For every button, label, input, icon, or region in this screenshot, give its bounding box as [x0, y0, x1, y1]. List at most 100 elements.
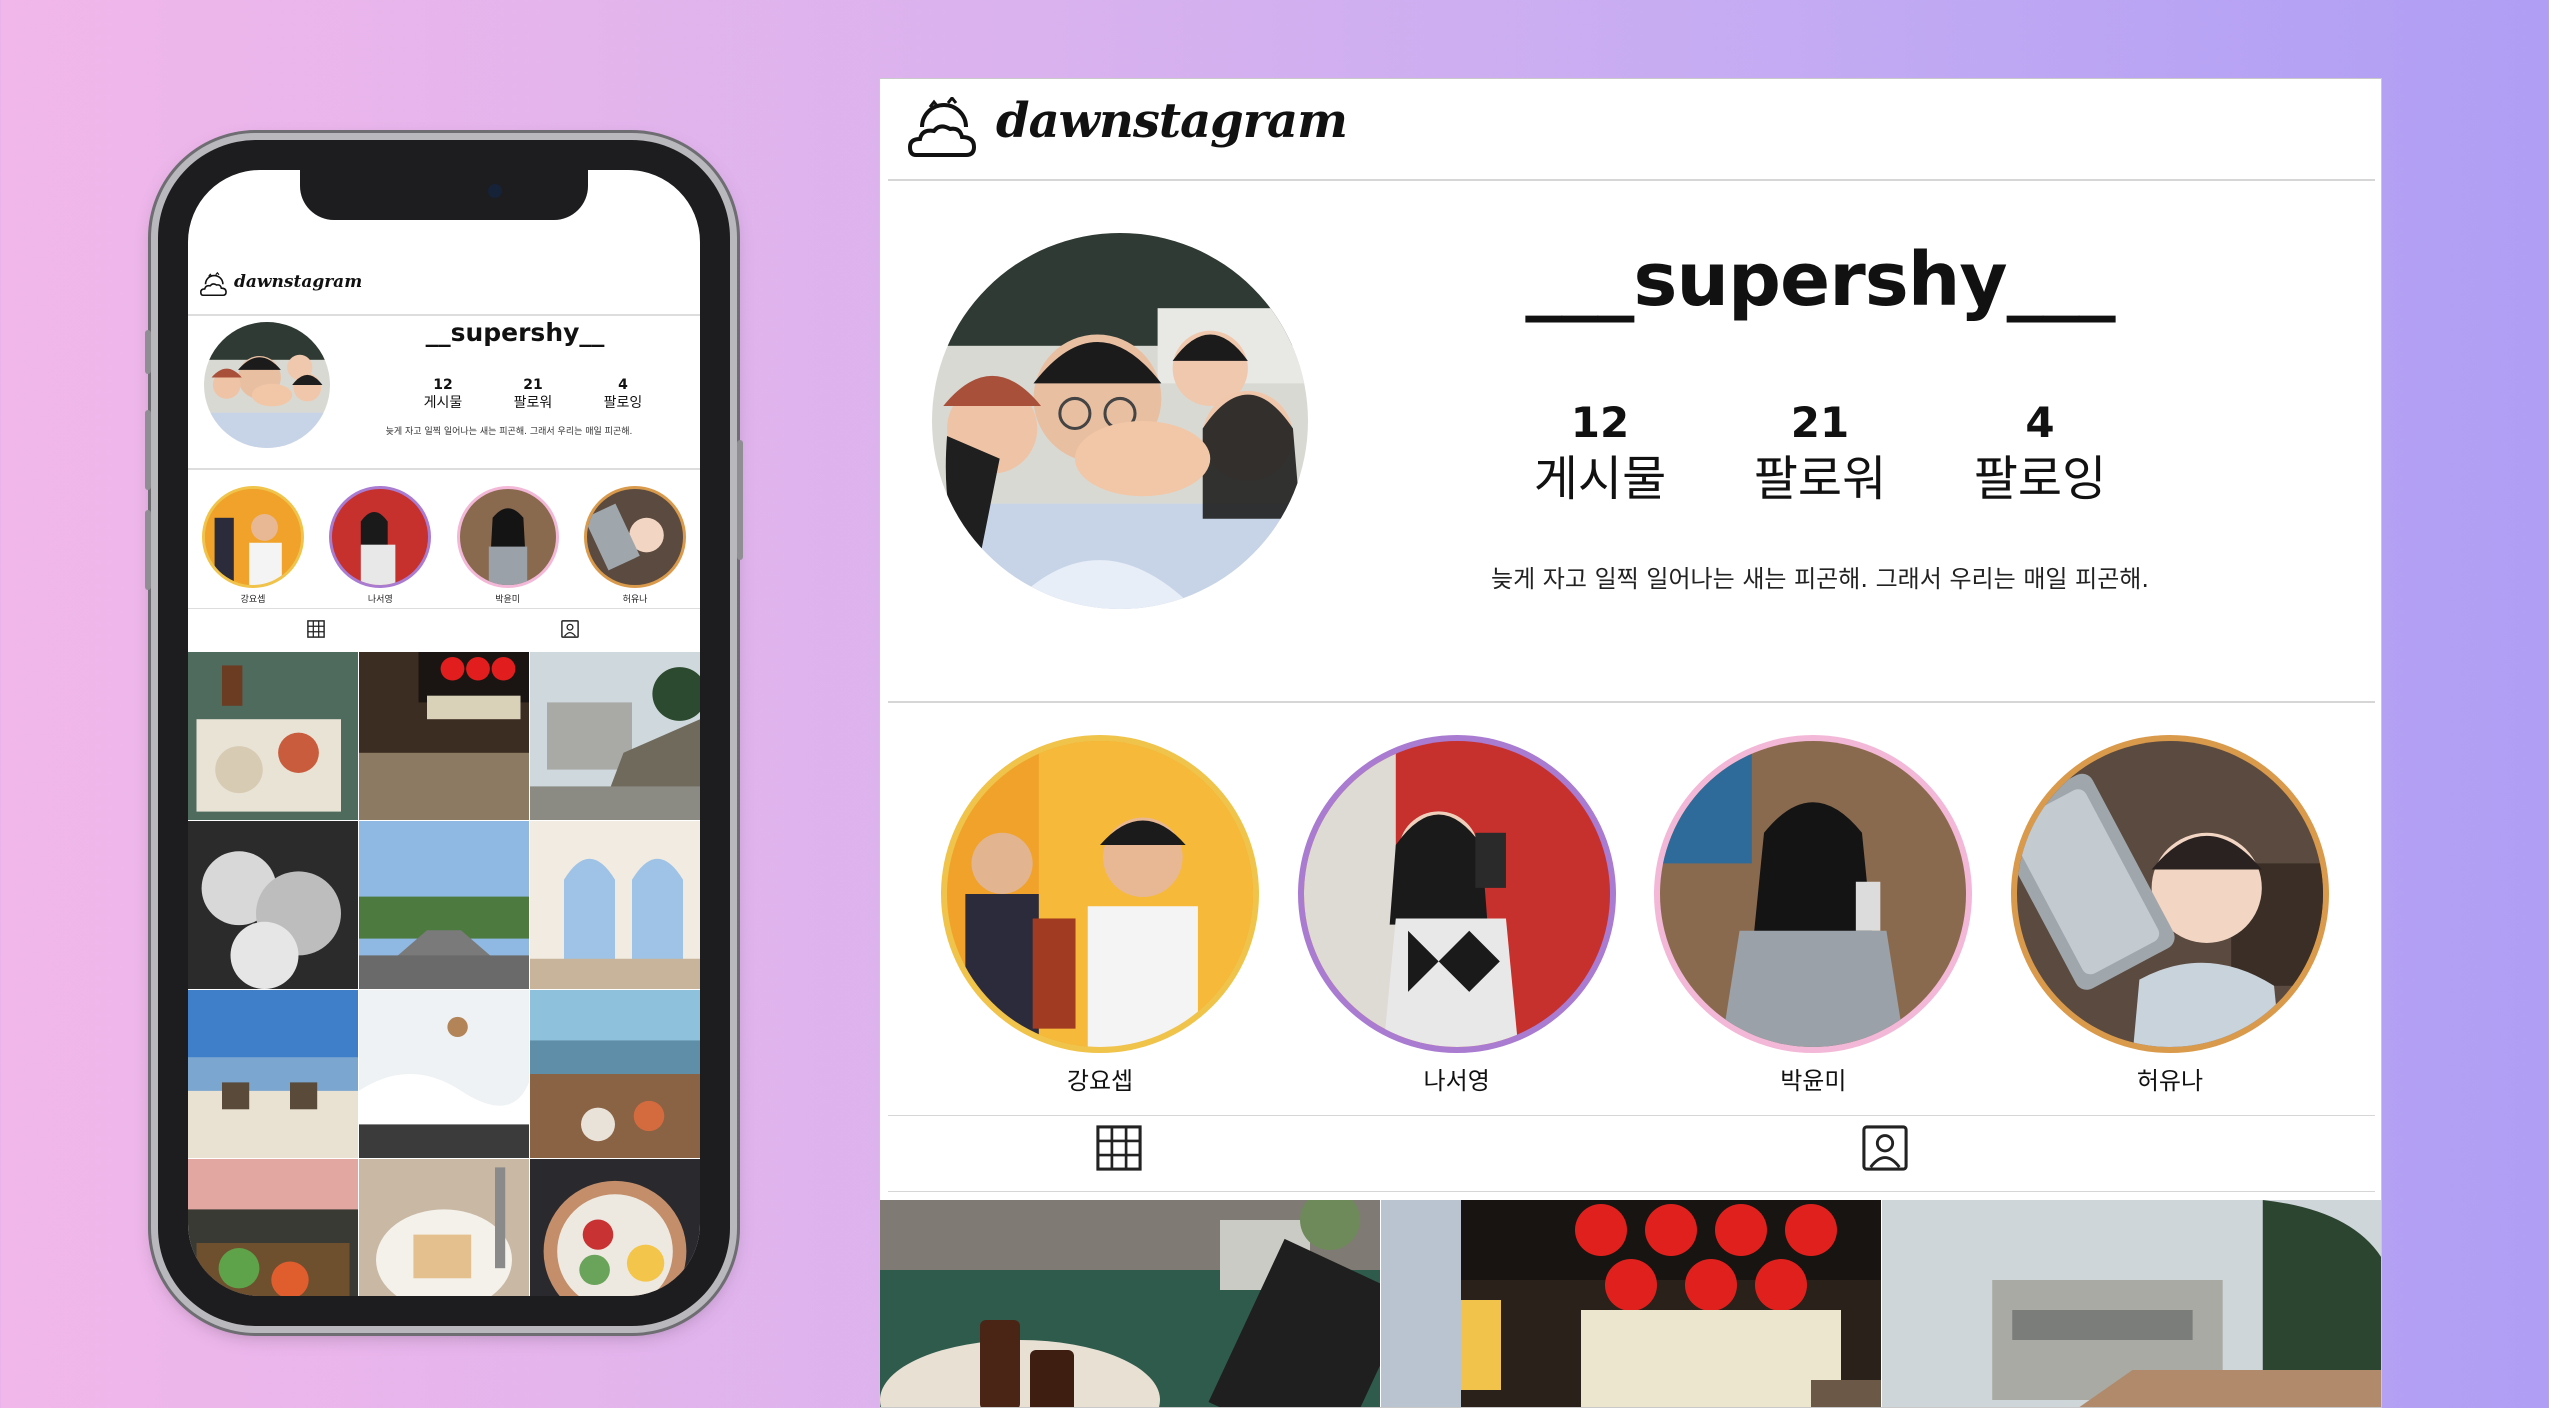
mobile-story-name: 나서영 [367, 595, 393, 605]
profile-avatar[interactable] [932, 233, 1308, 609]
post-thumbnail[interactable] [1882, 1200, 2381, 1407]
story-ring [202, 486, 304, 588]
post-thumbnail[interactable] [359, 652, 529, 820]
mobile-grid-icon[interactable] [307, 620, 325, 638]
mobile-following-count: 4 [618, 377, 628, 393]
mobile-following-stat[interactable]: 4 팔로잉 [588, 376, 658, 412]
story-name: 박윤미 [1780, 1067, 1847, 1095]
mobile-story-name: 허유나 [622, 595, 648, 605]
post-thumbnail[interactable] [359, 1159, 529, 1296]
story-highlight-item[interactable]: 박윤미 [1653, 735, 1973, 1096]
story-highlight-item[interactable]: 강요셉 [940, 735, 1260, 1096]
tab-divider [888, 1115, 2375, 1116]
story-ring [583, 486, 686, 588]
story-thumb [1660, 741, 1967, 1047]
header-divider [888, 179, 2375, 181]
post-thumbnail[interactable] [530, 1159, 700, 1296]
phone-notch [300, 170, 588, 220]
mobile-story-item[interactable]: 박윤미 [453, 486, 563, 605]
mobile-story-highlights: 강요셉 나서영 박윤미 허유나 [198, 486, 690, 605]
profile-stats: 12 게시물 21 팔로워 4 팔로잉 [1510, 397, 2130, 509]
story-name: 허유나 [2136, 1067, 2204, 1095]
story-name: 나서영 [1423, 1067, 1490, 1095]
story-thumb [947, 741, 1253, 1047]
post-thumbnail[interactable] [530, 821, 700, 989]
post-thumbnail[interactable] [1381, 1200, 1881, 1407]
posts-label: 게시물 [1533, 451, 1667, 507]
desktop-logo-text[interactable]: dawnstagram [996, 93, 1348, 149]
cloud-sun-logo-icon[interactable] [200, 270, 230, 300]
mobile-story-name: 강요셉 [240, 595, 266, 605]
post-thumbnail[interactable] [880, 1200, 1380, 1407]
profile-bio: 늦게 자고 일찍 일어나는 새는 피곤해. 그래서 우리는 매일 피곤해. [1491, 565, 2149, 593]
following-count: 4 [2025, 398, 2055, 447]
story-thumb [459, 489, 556, 585]
post-thumbnail[interactable] [530, 990, 700, 1158]
story-thumb [2016, 741, 2323, 1047]
story-ring [456, 486, 559, 588]
phone-mockup: dawnstagram __supershy__ 12 게시물 21 팔로워 4 팔로… [145, 140, 743, 1326]
story-thumb [586, 489, 683, 585]
story-highlight-item[interactable]: 허유나 [2010, 735, 2330, 1096]
mobile-header: dawnstagram [188, 258, 700, 316]
story-thumb [205, 489, 301, 585]
mute-switch [145, 330, 151, 374]
posts-count: 12 [1570, 398, 1630, 447]
story-name: 강요셉 [1066, 1067, 1134, 1095]
mobile-story-item[interactable]: 강요셉 [198, 486, 308, 605]
posts-stat[interactable]: 12 게시물 [1510, 397, 1690, 509]
mobile-posts-label: 게시물 [423, 395, 463, 411]
cloud-sun-logo-icon[interactable] [908, 97, 984, 161]
desktop-post-grid [880, 1200, 2381, 1407]
power-button [737, 440, 743, 560]
mobile-posts-count: 12 [433, 377, 453, 393]
story-ring [941, 735, 1259, 1053]
followers-label: 팔로워 [1753, 451, 1887, 507]
volume-up-button [145, 410, 151, 490]
mobile-story-name: 박윤미 [495, 595, 521, 605]
mobile-bio: 늦게 자고 일찍 일어나는 새는 피곤해. 그래서 우리는 매일 피곤해. [385, 427, 633, 437]
mobile-stats: 12 게시물 21 팔로워 4 팔로잉 [408, 376, 658, 412]
story-highlight-item[interactable]: 나서영 [1297, 735, 1617, 1096]
desktop-header: dawnstagram [880, 79, 2381, 179]
post-thumbnail[interactable] [188, 821, 358, 989]
following-stat[interactable]: 4 팔로잉 [1950, 397, 2130, 509]
post-thumbnail[interactable] [188, 652, 358, 820]
followers-stat[interactable]: 21 팔로워 [1730, 397, 1910, 509]
mobile-logo-text[interactable]: dawnstagram [234, 272, 362, 292]
volume-down-button [145, 510, 151, 590]
profile-username: ___supershy___ [1525, 237, 2115, 323]
grid-divider [888, 1191, 2375, 1192]
mobile-person-tag-icon[interactable] [561, 620, 579, 638]
post-thumbnail[interactable] [359, 990, 529, 1158]
mobile-following-label: 팔로잉 [603, 395, 643, 411]
desktop-profile-window: dawnstagram ___supershy___ 12 게시물 21 팔로워… [879, 78, 2382, 1408]
mobile-followers-stat[interactable]: 21 팔로워 [498, 376, 568, 412]
mobile-tab-divider [188, 608, 700, 609]
mobile-followers-count: 21 [523, 377, 543, 393]
story-ring [329, 486, 432, 588]
profile-divider [888, 701, 2375, 703]
story-ring [1297, 735, 1616, 1053]
person-tag-icon[interactable] [1862, 1125, 1908, 1171]
mobile-story-item[interactable]: 허유나 [580, 486, 690, 605]
post-thumbnail[interactable] [188, 990, 358, 1158]
following-label: 팔로잉 [1973, 451, 2107, 507]
front-camera [488, 184, 502, 198]
mobile-followers-label: 팔로워 [513, 395, 553, 411]
phone-screen: dawnstagram __supershy__ 12 게시물 21 팔로워 4 팔로… [188, 170, 700, 1296]
mobile-profile-avatar[interactable] [204, 322, 330, 448]
story-ring [2010, 735, 2329, 1053]
story-thumb [1303, 741, 1610, 1047]
story-ring [1654, 735, 1973, 1053]
post-thumbnail[interactable] [359, 821, 529, 989]
post-thumbnail[interactable] [530, 652, 700, 820]
mobile-story-item[interactable]: 나서영 [325, 486, 435, 605]
mobile-post-grid [188, 652, 700, 1296]
mobile-divider [188, 468, 700, 470]
mobile-username: __supershy__ [425, 318, 605, 347]
mobile-posts-stat[interactable]: 12 게시물 [408, 376, 478, 412]
grid-icon[interactable] [1096, 1125, 1142, 1171]
story-highlights: 강요셉 나서영 박윤미 허유나 [940, 735, 2330, 1096]
post-thumbnail[interactable] [188, 1159, 358, 1296]
